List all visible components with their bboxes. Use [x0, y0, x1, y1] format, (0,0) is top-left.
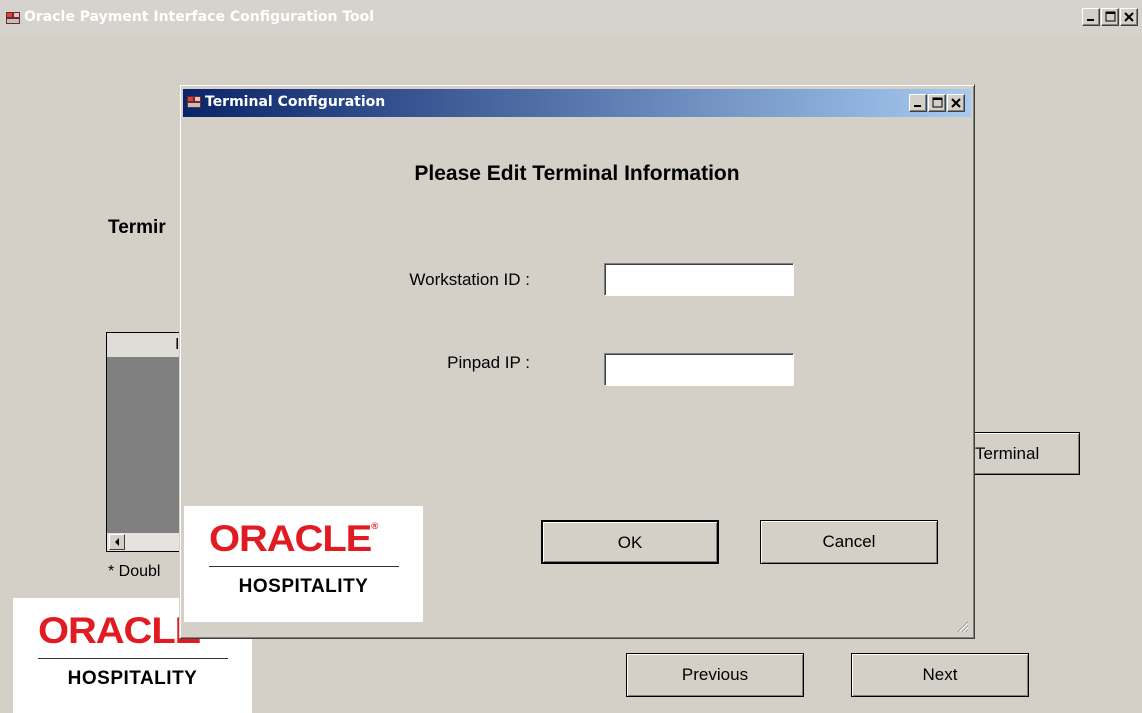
cancel-button[interactable]: Cancel	[760, 520, 938, 564]
dialog-heading: Please Edit Terminal Information	[414, 162, 740, 185]
hospitality-logo-text: HOSPITALITY	[67, 668, 198, 689]
previous-button-label: Previous	[681, 665, 749, 684]
add-terminal-button-label: Terminal	[975, 444, 1040, 463]
ok-button[interactable]: OK	[541, 520, 719, 564]
close-icon	[951, 98, 961, 108]
main-window-title: Oracle Payment Interface Configuration T…	[24, 9, 375, 25]
maximize-icon	[932, 97, 943, 108]
minimize-icon	[914, 105, 921, 107]
dialog-maximize-button[interactable]	[928, 94, 946, 112]
app-icon	[6, 12, 20, 24]
ok-button-label: OK	[617, 533, 643, 552]
logo-divider	[209, 566, 399, 567]
main-window-controls	[1082, 8, 1138, 26]
workstation-id-label: Workstation ID :	[409, 270, 530, 289]
terminal-section-label: Termir	[108, 217, 166, 238]
dialog-minimize-button[interactable]	[909, 94, 927, 112]
next-button[interactable]: Next	[851, 653, 1029, 697]
next-button-label: Next	[922, 665, 958, 684]
close-icon	[1124, 12, 1134, 22]
dialog-app-icon	[187, 96, 201, 108]
dialog-oracle-hospitality-logo: ORACLE® HOSPITALITY	[184, 506, 423, 622]
logo-divider	[38, 658, 228, 659]
double-click-hint: * Doubl	[108, 563, 161, 580]
main-title-bar[interactable]: Oracle Payment Interface Configuration T…	[0, 0, 1142, 36]
pinpad-ip-input[interactable]	[604, 353, 794, 386]
add-terminal-button[interactable]: Terminal	[968, 432, 1080, 475]
scroll-left-button[interactable]	[109, 534, 125, 550]
arrow-left-icon	[115, 538, 119, 546]
close-button[interactable]	[1120, 8, 1138, 26]
workstation-id-input[interactable]	[604, 263, 794, 296]
dialog-close-button[interactable]	[947, 94, 965, 112]
dialog-window-controls	[909, 94, 965, 112]
oracle-logo-text: ORACLE	[38, 610, 201, 651]
oracle-logo-text: ORACLE®	[209, 518, 379, 559]
hospitality-logo-text: HOSPITALITY	[238, 576, 369, 597]
dialog-title-bar[interactable]: Terminal Configuration	[183, 89, 971, 117]
cancel-button-label: Cancel	[822, 532, 876, 551]
minimize-icon	[1087, 19, 1094, 21]
previous-button[interactable]: Previous	[626, 653, 804, 697]
pinpad-ip-label: Pinpad IP :	[447, 353, 530, 372]
maximize-button[interactable]	[1101, 8, 1119, 26]
maximize-icon	[1105, 11, 1116, 22]
resize-grip-icon[interactable]	[955, 619, 969, 633]
dialog-title: Terminal Configuration	[205, 94, 386, 110]
minimize-button[interactable]	[1082, 8, 1100, 26]
